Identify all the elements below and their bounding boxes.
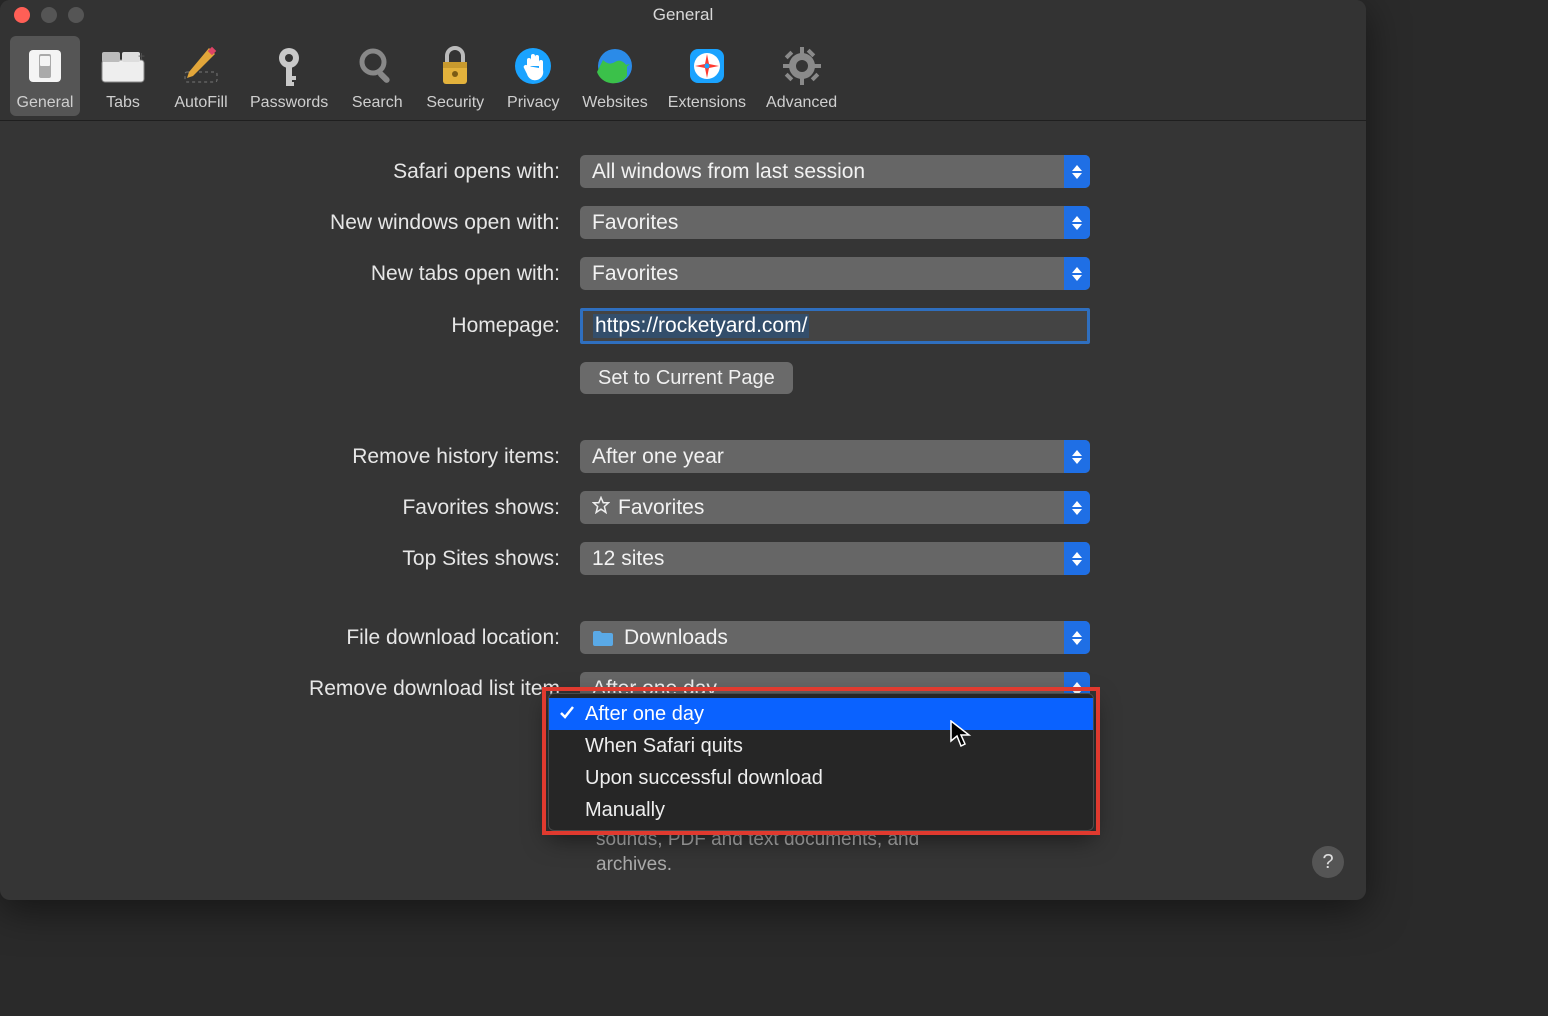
menu-item-after-one-day[interactable]: After one day <box>549 698 1093 730</box>
popup-value: Favorites <box>592 211 678 235</box>
menu-item-upon-successful-download[interactable]: Upon successful download <box>549 762 1093 794</box>
popup-value: Favorites <box>618 496 704 520</box>
menu-item-manually[interactable]: Manually <box>549 794 1093 826</box>
chevron-updown-icon <box>1064 206 1090 239</box>
preferences-toolbar: General + Tabs AutoFill <box>0 30 1366 121</box>
menu-item-label: Upon successful download <box>585 767 823 790</box>
tab-label: Advanced <box>766 94 837 112</box>
popup-download-location[interactable]: Downloads <box>580 621 1090 654</box>
menu-item-label: After one day <box>585 703 704 726</box>
popup-value: All windows from last session <box>592 160 865 184</box>
lock-icon <box>431 42 479 90</box>
tab-privacy[interactable]: Privacy <box>498 36 568 116</box>
homepage-field[interactable]: https://rocketyard.com/ <box>580 308 1090 344</box>
tab-label: Websites <box>582 94 648 112</box>
label-remove-downloads: Remove download list item <box>20 677 580 701</box>
magnifier-icon <box>353 42 401 90</box>
chevron-updown-icon <box>1064 491 1090 524</box>
tab-label: Privacy <box>507 94 559 112</box>
label-favorites-shows: Favorites shows: <box>20 496 580 520</box>
gear-icon <box>778 42 826 90</box>
popup-favorites-shows[interactable]: Favorites <box>580 491 1090 524</box>
popup-new-tabs[interactable]: Favorites <box>580 257 1090 290</box>
label-download-location: File download location: <box>20 626 580 650</box>
popup-value: Downloads <box>624 626 728 650</box>
popup-remove-history[interactable]: After one year <box>580 440 1090 473</box>
key-icon <box>265 42 313 90</box>
safe-files-description: sounds, PDF and text documents, and arch… <box>596 828 1076 877</box>
tab-label: Passwords <box>250 94 328 112</box>
tab-tabs[interactable]: + Tabs <box>88 36 158 116</box>
label-new-tabs: New tabs open with: <box>20 262 580 286</box>
tabs-icon: + <box>99 42 147 90</box>
tab-advanced[interactable]: Advanced <box>760 36 843 116</box>
label-safari-opens-with: Safari opens with: <box>20 160 580 184</box>
popup-new-windows[interactable]: Favorites <box>580 206 1090 239</box>
label-remove-history: Remove history items: <box>20 445 580 469</box>
button-label: Set to Current Page <box>598 367 775 390</box>
tab-label: Search <box>352 94 403 112</box>
hand-icon <box>509 42 557 90</box>
tab-label: General <box>17 94 74 112</box>
switch-icon <box>21 42 69 90</box>
label-top-sites-shows: Top Sites shows: <box>20 547 580 571</box>
chevron-updown-icon <box>1064 257 1090 290</box>
tab-extensions[interactable]: Extensions <box>662 36 752 116</box>
set-to-current-page-button[interactable]: Set to Current Page <box>580 362 793 394</box>
popup-value: Favorites <box>592 262 678 286</box>
popup-safari-opens-with[interactable]: All windows from last session <box>580 155 1090 188</box>
general-pane: Safari opens with: All windows from last… <box>0 121 1366 763</box>
tab-websites[interactable]: Websites <box>576 36 654 116</box>
tab-label: Tabs <box>106 94 140 112</box>
menu-item-label: Manually <box>585 799 665 822</box>
tab-security[interactable]: Security <box>420 36 490 116</box>
homepage-value: https://rocketyard.com/ <box>593 314 809 338</box>
tab-label: AutoFill <box>174 94 227 112</box>
help-button[interactable]: ? <box>1312 846 1344 878</box>
tab-label: Extensions <box>668 94 746 112</box>
svg-text:+: + <box>138 49 145 63</box>
puzzle-icon <box>683 42 731 90</box>
label-new-windows: New windows open with: <box>20 211 580 235</box>
tab-autofill[interactable]: AutoFill <box>166 36 236 116</box>
folder-icon <box>592 629 614 647</box>
window-title: General <box>0 5 1366 25</box>
tab-passwords[interactable]: Passwords <box>244 36 334 116</box>
globe-icon <box>591 42 639 90</box>
popup-value: After one year <box>592 445 724 469</box>
chevron-updown-icon <box>1064 621 1090 654</box>
chevron-updown-icon <box>1064 440 1090 473</box>
checkmark-icon <box>559 704 575 727</box>
titlebar: General <box>0 0 1366 30</box>
chevron-updown-icon <box>1064 542 1090 575</box>
menu-item-when-safari-quits[interactable]: When Safari quits <box>549 730 1093 762</box>
label-homepage: Homepage: <box>20 314 580 338</box>
help-label: ? <box>1322 851 1333 874</box>
tab-general[interactable]: General <box>10 36 80 116</box>
chevron-updown-icon <box>1064 155 1090 188</box>
menu-item-label: When Safari quits <box>585 735 743 758</box>
autofill-icon <box>177 42 225 90</box>
tab-label: Security <box>426 94 484 112</box>
preferences-window: General General + Tab <box>0 0 1366 900</box>
remove-downloads-menu[interactable]: After one day When Safari quits Upon suc… <box>548 693 1094 831</box>
popup-value: 12 sites <box>592 547 664 571</box>
remove-downloads-menu-wrap: After one day When Safari quits Upon suc… <box>548 693 1094 831</box>
star-icon <box>592 496 610 520</box>
tab-search[interactable]: Search <box>342 36 412 116</box>
popup-top-sites-shows[interactable]: 12 sites <box>580 542 1090 575</box>
